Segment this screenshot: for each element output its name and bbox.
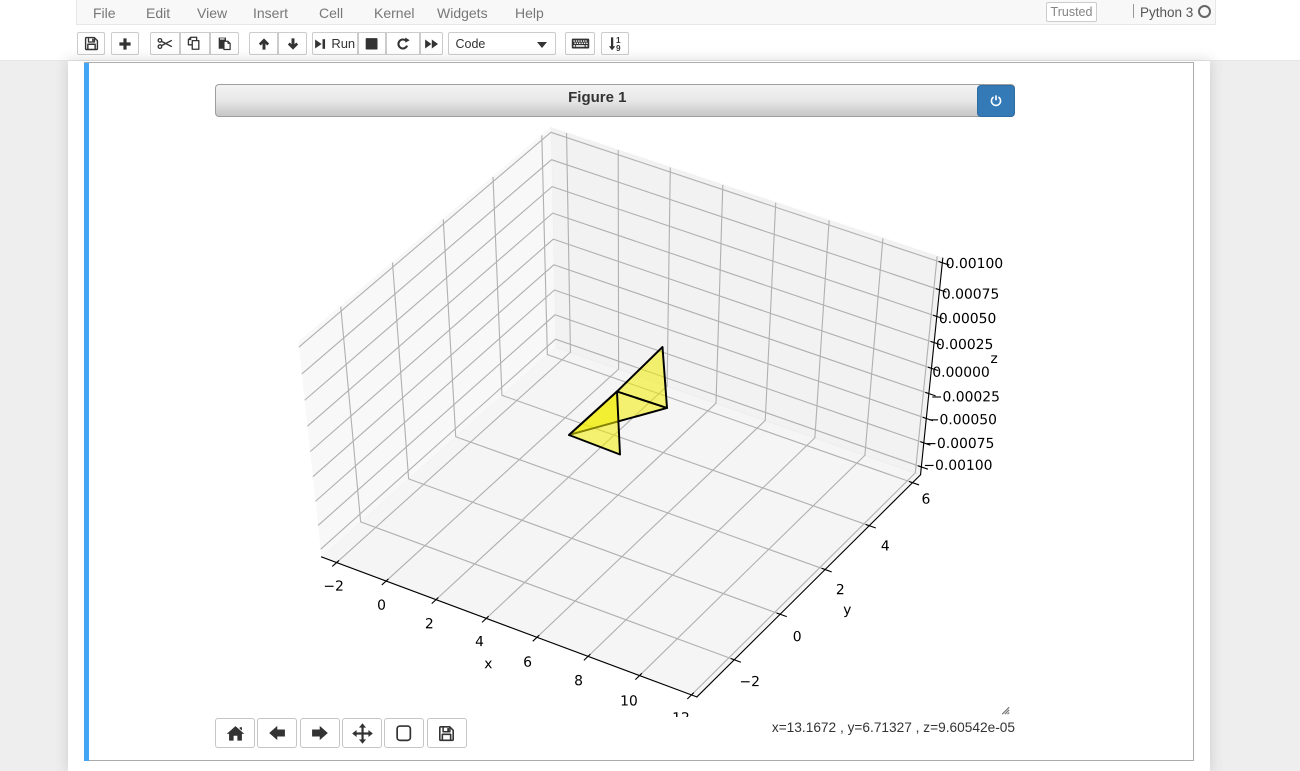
svg-text:9: 9	[616, 44, 621, 51]
